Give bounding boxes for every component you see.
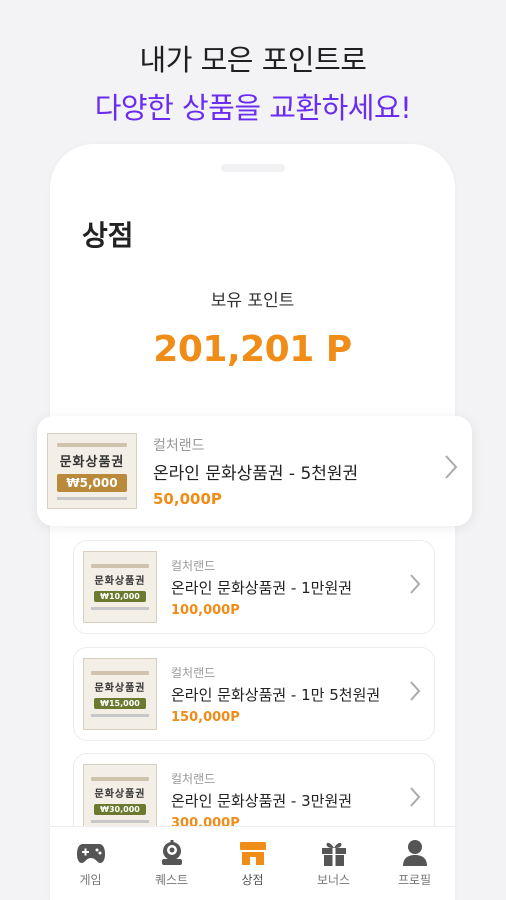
product-info: 컬처랜드 온라인 문화상품권 - 1만원권 100,000P xyxy=(171,557,402,618)
product-info: 컬처랜드 온라인 문화상품권 - 3만원권 300,000P xyxy=(171,770,402,831)
tab-label: 보너스 xyxy=(316,873,351,887)
product-brand: 컬처랜드 xyxy=(153,437,205,454)
voucher-thumb-title: 문화상품권 xyxy=(59,454,125,470)
voucher-decor xyxy=(56,496,128,500)
product-name: 온라인 문화상품권 - 1만원권 xyxy=(171,578,353,597)
product-brand: 컬처랜드 xyxy=(171,771,216,786)
voucher-thumb-title: 문화상품권 xyxy=(94,576,146,587)
voucher-thumbnail: 문화상품권 ₩10,000 xyxy=(83,551,157,623)
phone-notch xyxy=(221,164,285,172)
voucher-decor xyxy=(91,714,149,717)
product-name: 온라인 문화상품권 - 1만 5천원권 xyxy=(171,685,381,704)
voucher-decor xyxy=(91,671,149,675)
points-label: 보유 포인트 xyxy=(210,291,295,311)
tab-label: 게임 xyxy=(79,873,102,887)
page-title: 상점 xyxy=(82,219,134,252)
tab-label: 퀘스트 xyxy=(154,873,189,887)
voucher-decor xyxy=(91,564,149,568)
promo-line-2: 다양한 상품을 교환하세요! xyxy=(94,91,412,125)
tab-game[interactable]: 게임 xyxy=(56,827,126,888)
gift-icon xyxy=(318,837,350,869)
product-brand: 컬처랜드 xyxy=(171,558,216,573)
promo-line-1: 내가 모은 포인트로 xyxy=(139,43,367,77)
robot-icon xyxy=(156,837,188,869)
bottom-tab-bar: 게임 퀘스트 상점 보너스 프로필 xyxy=(50,826,455,900)
voucher-decor xyxy=(91,777,149,781)
tab-quest[interactable]: 퀘스트 xyxy=(137,827,207,888)
chevron-right-icon[interactable] xyxy=(402,785,428,815)
voucher-decor xyxy=(91,820,149,823)
voucher-thumb-amount: ₩5,000 xyxy=(57,473,127,492)
product-price: 100,000P xyxy=(171,602,240,618)
tab-bonus[interactable]: 보너스 xyxy=(299,827,369,888)
gamepad-icon xyxy=(75,837,107,869)
voucher-thumb-amount: ₩15,000 xyxy=(94,698,146,709)
product-info: 컬처랜드 온라인 문화상품권 - 5천원권 50,000P xyxy=(153,435,438,508)
product-card[interactable]: 문화상품권 ₩10,000 컬처랜드 온라인 문화상품권 - 1만원권 100,… xyxy=(73,540,435,634)
store-icon xyxy=(237,837,269,869)
voucher-thumb-title: 문화상품권 xyxy=(94,789,146,800)
chevron-right-icon[interactable] xyxy=(402,679,428,709)
voucher-decor xyxy=(91,607,149,610)
person-icon xyxy=(399,837,431,869)
product-card-featured[interactable]: 문화상품권 ₩5,000 컬처랜드 온라인 문화상품권 - 5천원권 50,00… xyxy=(37,416,472,526)
promo-banner: 내가 모은 포인트로 다양한 상품을 교환하세요! xyxy=(0,38,506,130)
tab-label: 프로필 xyxy=(397,873,432,887)
points-value: 201,201 P xyxy=(153,329,352,370)
voucher-thumbnail: 문화상품권 ₩15,000 xyxy=(83,658,157,730)
tab-label: 상점 xyxy=(241,873,264,887)
product-card[interactable]: 문화상품권 ₩15,000 컬처랜드 온라인 문화상품권 - 1만 5천원권 1… xyxy=(73,647,435,741)
chevron-right-icon[interactable] xyxy=(402,572,428,602)
product-brand: 컬처랜드 xyxy=(171,665,216,680)
product-price: 150,000P xyxy=(171,709,240,725)
product-price: 50,000P xyxy=(153,489,222,508)
product-info: 컬처랜드 온라인 문화상품권 - 1만 5천원권 150,000P xyxy=(171,664,402,725)
voucher-thumb-amount: ₩10,000 xyxy=(94,591,146,602)
tab-store[interactable]: 상점 xyxy=(218,827,288,888)
product-name: 온라인 문화상품권 - 3만원권 xyxy=(171,791,353,810)
voucher-thumbnail: 문화상품권 ₩5,000 xyxy=(47,433,137,509)
tab-profile[interactable]: 프로필 xyxy=(380,827,450,888)
chevron-right-icon[interactable] xyxy=(438,453,464,489)
voucher-decor xyxy=(56,442,128,447)
voucher-thumb-amount: ₩30,000 xyxy=(94,804,146,815)
voucher-thumb-title: 문화상품권 xyxy=(94,683,146,694)
product-name: 온라인 문화상품권 - 5천원권 xyxy=(153,463,359,484)
